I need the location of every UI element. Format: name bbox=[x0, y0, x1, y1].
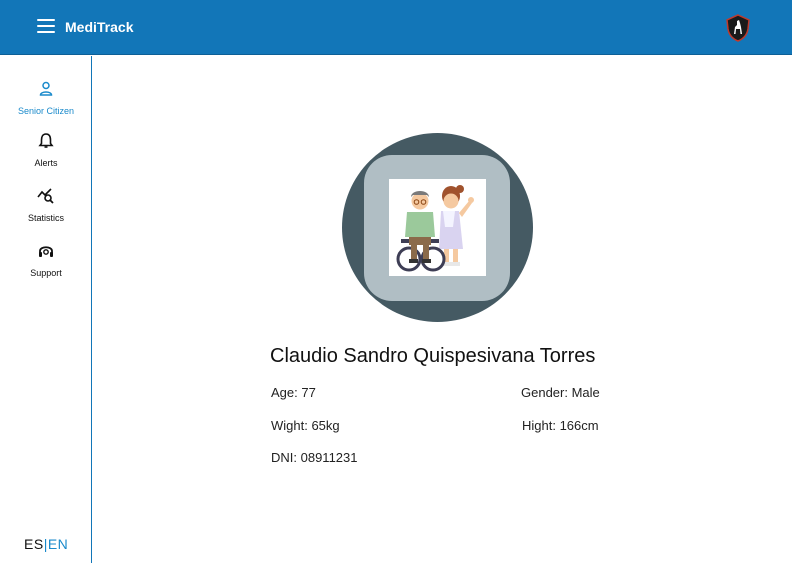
patient-age: Age: 77 bbox=[271, 385, 316, 400]
patient-dni: DNI: 08911231 bbox=[271, 450, 358, 465]
sidebar-item-label: Alerts bbox=[34, 158, 58, 168]
shield-llama-icon[interactable] bbox=[725, 14, 751, 42]
language-switcher: ES|EN bbox=[24, 536, 68, 552]
patient-gender: Gender: Male bbox=[521, 385, 600, 400]
headset-icon bbox=[39, 246, 53, 257]
sidebar-item-alerts[interactable]: Alerts bbox=[0, 132, 92, 171]
top-bar: MediTrack bbox=[0, 0, 792, 55]
chart-search-icon bbox=[37, 188, 54, 204]
sidebar-item-label: Senior Citizen bbox=[17, 106, 75, 116]
app-title: MediTrack bbox=[65, 19, 134, 35]
sidebar-item-label: Statistics bbox=[27, 213, 64, 223]
hamburger-menu-icon[interactable] bbox=[37, 19, 55, 35]
patient-name: Claudio Sandro Quispesivana Torres bbox=[270, 345, 596, 367]
bell-icon bbox=[38, 133, 54, 148]
sidebar-item-support[interactable]: Support bbox=[0, 242, 92, 281]
sidebar-item-statistics[interactable]: Statistics bbox=[0, 187, 92, 226]
sidebar: Senior Citizen Alerts Statistics Support… bbox=[0, 56, 92, 563]
language-es-link[interactable]: ES bbox=[24, 536, 44, 552]
language-en-link[interactable]: EN bbox=[48, 536, 68, 552]
patient-height: Hight: 166cm bbox=[522, 418, 599, 433]
senior-with-nurse-illustration bbox=[389, 179, 486, 276]
sidebar-item-senior-citizen[interactable]: Senior Citizen bbox=[0, 80, 92, 119]
patient-weight: Wight: 65kg bbox=[271, 418, 340, 433]
sidebar-item-label: Support bbox=[30, 268, 62, 278]
person-icon bbox=[39, 81, 53, 96]
